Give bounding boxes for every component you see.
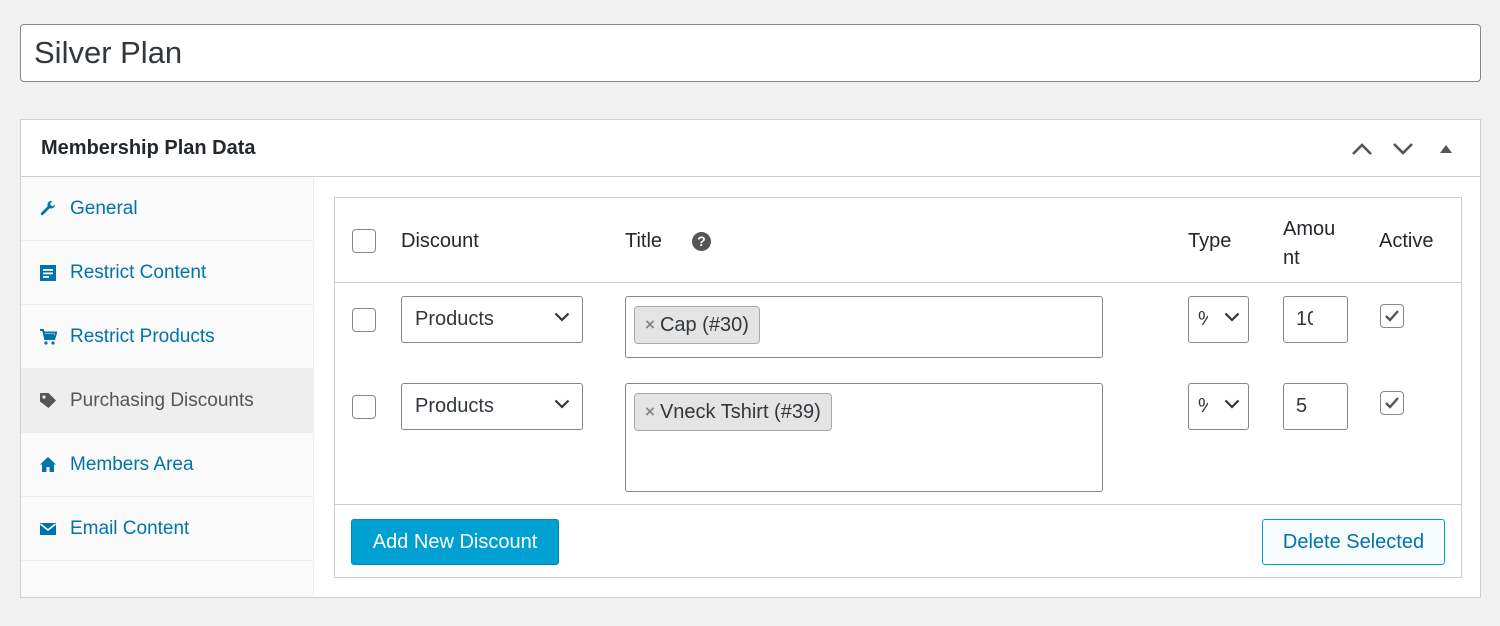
triangle-up-icon <box>1440 145 1452 153</box>
postbox-header: Membership Plan Data <box>21 120 1480 177</box>
chevron-down-icon <box>1224 399 1240 409</box>
amount-type-select[interactable]: % <box>1188 296 1249 343</box>
toggle-panel-button[interactable] <box>1431 134 1461 164</box>
chevron-down-icon <box>1393 143 1413 155</box>
move-down-button[interactable] <box>1388 134 1418 164</box>
tag-label: Cap (#30) <box>659 313 749 336</box>
tab-purchasing-discounts[interactable]: Purchasing Discounts <box>21 369 313 433</box>
header-type: Type <box>1188 230 1232 252</box>
select-value: Products <box>415 395 494 417</box>
row-checkbox[interactable] <box>352 395 376 419</box>
active-checkbox[interactable] <box>1380 391 1404 415</box>
select-value: Products <box>415 308 494 330</box>
tag-icon <box>37 391 59 411</box>
title-multiselect[interactable]: × Vneck Tshirt (#39) <box>625 383 1103 492</box>
wrench-icon <box>37 199 59 219</box>
chevron-down-icon <box>1224 312 1240 322</box>
header-amount: Amou nt <box>1283 218 1336 269</box>
tab-label: Members Area <box>70 453 194 475</box>
delete-selected-button[interactable]: Delete Selected <box>1262 519 1445 565</box>
select-value: % <box>1198 395 1208 418</box>
move-up-button[interactable] <box>1347 134 1377 164</box>
tab-label: Purchasing Discounts <box>70 389 254 411</box>
title-multiselect[interactable]: × Cap (#30) <box>625 296 1103 358</box>
discounts-table: Discount Title ? Type Amou nt Active Pro… <box>334 197 1462 578</box>
header-title: Title <box>625 230 663 252</box>
row-checkbox[interactable] <box>352 308 376 332</box>
amount-input[interactable]: 10 <box>1283 296 1348 343</box>
help-tip-icon[interactable]: ? <box>692 232 711 251</box>
chevron-up-icon <box>1352 143 1372 155</box>
plan-data-tabs: General Restrict Content Restrict Produc… <box>21 177 314 597</box>
selected-tag: × Cap (#30) <box>634 306 760 344</box>
postbox-title: Membership Plan Data <box>41 137 256 159</box>
cart-icon <box>37 327 59 347</box>
tab-members-area[interactable]: Members Area <box>21 433 313 497</box>
tab-label: Email Content <box>70 517 190 539</box>
add-new-discount-button[interactable]: Add New Discount <box>351 519 559 565</box>
tab-label: Restrict Content <box>70 261 207 283</box>
envelope-icon <box>37 519 59 539</box>
tab-restrict-content[interactable]: Restrict Content <box>21 241 313 305</box>
amount-value: 10 <box>1296 308 1313 330</box>
discount-type-select[interactable]: Products <box>401 296 583 343</box>
header-discount: Discount <box>401 230 479 252</box>
amount-type-select[interactable]: % <box>1188 383 1249 430</box>
remove-tag-icon[interactable]: × <box>645 315 655 335</box>
table-header: Discount Title ? Type Amou nt Active <box>335 198 1461 283</box>
amount-input[interactable]: 5 <box>1283 383 1348 430</box>
active-checkbox[interactable] <box>1380 304 1404 328</box>
post-title-input[interactable]: Silver Plan <box>20 24 1481 82</box>
amount-value: 5 <box>1296 395 1308 417</box>
checkmark-icon <box>1385 310 1399 322</box>
tab-label: Restrict Products <box>70 325 215 347</box>
membership-plan-data-box: Membership Plan Data General Restrict Co… <box>20 119 1481 598</box>
tab-restrict-products[interactable]: Restrict Products <box>21 305 313 369</box>
remove-tag-icon[interactable]: × <box>645 402 655 422</box>
tab-general[interactable]: General <box>21 177 313 241</box>
document-icon <box>37 263 59 283</box>
selected-tag: × Vneck Tshirt (#39) <box>634 393 832 431</box>
select-all-checkbox[interactable] <box>352 229 376 253</box>
select-value: % <box>1198 308 1208 331</box>
chevron-down-icon <box>554 399 570 409</box>
discount-type-select[interactable]: Products <box>401 383 583 430</box>
chevron-down-icon <box>554 312 570 322</box>
header-active: Active <box>1379 230 1434 252</box>
tag-label: Vneck Tshirt (#39) <box>659 400 821 423</box>
tab-email-content[interactable]: Email Content <box>21 497 313 561</box>
tab-label: General <box>70 197 138 219</box>
checkmark-icon <box>1385 397 1399 409</box>
table-footer: Add New Discount Delete Selected <box>335 504 1461 579</box>
home-icon <box>37 455 59 475</box>
